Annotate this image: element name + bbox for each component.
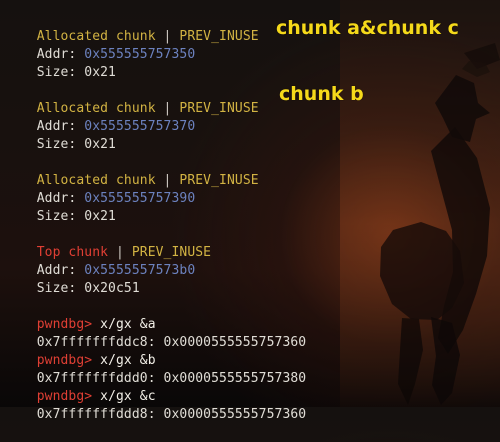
command-output-3: 0x7fffffffddd8: 0x0000555555757360: [5, 388, 306, 442]
size-value: 0x20c51: [84, 281, 140, 296]
terminal-window: Allocated chunk | PREV_INUSE Addr: 0x555…: [0, 0, 500, 422]
size-value: 0x21: [84, 65, 116, 80]
size-value: 0x21: [84, 209, 116, 224]
size-label: Size:: [36, 209, 85, 224]
size-label: Size:: [36, 65, 85, 80]
chunk-a-c-annotation: chunk a&chunk c: [276, 17, 459, 39]
memory-output: 0x7fffffffddd8: 0x0000555555757360: [36, 407, 307, 422]
size-label: Size:: [36, 137, 85, 152]
size-value: 0x21: [84, 137, 116, 152]
rider-silhouette-icon: [340, 0, 500, 407]
chunk-b-annotation: chunk b: [279, 83, 364, 105]
size-label: Size:: [36, 281, 85, 296]
